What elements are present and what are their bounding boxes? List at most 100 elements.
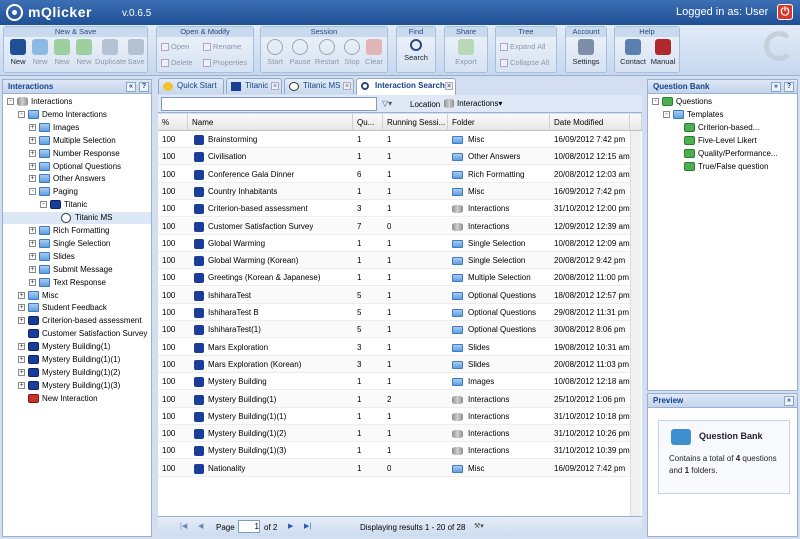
stop-session-button[interactable]: Stop (341, 39, 363, 66)
col-header-questions[interactable]: Qu... (353, 114, 383, 131)
settings-button[interactable]: Settings (568, 39, 604, 66)
collapse-panel-icon[interactable]: « (126, 82, 136, 92)
table-row[interactable]: 100 Criterion-based assessment 3 1 Interacti… (158, 200, 630, 218)
table-row[interactable]: 100 IshiharaTest 5 1 Optional Questions 18/08… (158, 286, 630, 304)
collapse-icon[interactable]: - (40, 201, 47, 209)
clear-session-button[interactable]: Clear (363, 39, 385, 66)
tab-titanic[interactable]: Titanic × (226, 78, 282, 94)
col-header-running-sessions[interactable]: Running Sessi... (383, 114, 448, 131)
help-icon[interactable]: ? (139, 82, 149, 92)
tree-node[interactable]: + Multiple Selection (3, 135, 151, 147)
expand-icon[interactable]: + (29, 149, 36, 157)
export-button[interactable]: Export (449, 39, 483, 66)
pause-session-button[interactable]: Pause (287, 39, 313, 66)
contact-button[interactable]: Contact (617, 39, 649, 66)
tree-node[interactable]: + Images (3, 122, 151, 134)
close-icon[interactable]: × (445, 82, 453, 90)
tree-node[interactable]: + Criterion-based assessment (3, 315, 151, 327)
tree-node[interactable]: + Slides (3, 251, 151, 263)
save-button[interactable]: Save (125, 39, 147, 66)
expand-icon[interactable]: + (29, 162, 36, 170)
expand-icon[interactable]: + (18, 291, 25, 299)
table-row[interactable]: 100 Global Warming (Korean) 1 1 Single Selec… (158, 252, 630, 270)
table-row[interactable]: 100 Conference Gala Dinner 6 1 Rich Formatti… (158, 166, 630, 183)
tree-node[interactable]: Customer Satisfaction Survey (3, 328, 151, 340)
collapse-panel-icon[interactable]: » (784, 396, 794, 406)
collapse-icon[interactable]: - (7, 98, 14, 105)
refresh-icon[interactable] (764, 31, 794, 61)
expand-all-button[interactable]: Expand All (500, 42, 545, 52)
table-row[interactable]: 100 Global Warming 1 1 Single Selection 10/08… (158, 235, 630, 252)
table-row[interactable]: 100 Civilisation 1 1 Other Answers 10/08/2012… (158, 148, 630, 166)
question-tree-node[interactable]: Quality/Performance... (648, 148, 796, 160)
new-template-button[interactable]: New (73, 39, 95, 66)
expand-icon[interactable]: + (18, 343, 25, 351)
delete-button[interactable]: Delete (161, 58, 193, 68)
question-tree-node[interactable]: - Questions (648, 96, 796, 108)
tree-node[interactable]: + Submit Message (3, 264, 151, 276)
tree-node[interactable]: New Interaction (3, 393, 151, 405)
collapse-icon[interactable]: - (652, 98, 659, 105)
grid-scrollbar[interactable] (630, 131, 641, 516)
tab-quick-start[interactable]: Quick Start (158, 78, 224, 94)
tree-node[interactable]: - Paging (3, 186, 151, 198)
tree-node[interactable]: + Mystery Building(1)(1) (3, 354, 151, 366)
page-number-input[interactable] (238, 520, 260, 533)
table-row[interactable]: 100 IshiharaTest B 5 1 Optional Questions 29/… (158, 304, 630, 321)
new-question-button[interactable]: New (51, 39, 73, 66)
expand-icon[interactable]: + (29, 252, 36, 260)
expand-icon[interactable]: + (29, 278, 36, 286)
tree-node[interactable]: + Optional Questions (3, 161, 151, 173)
collapse-icon[interactable]: - (29, 188, 36, 196)
question-tree-node[interactable]: True/False question (648, 161, 796, 173)
tree-node[interactable]: + Mystery Building(1)(3) (3, 380, 151, 392)
tab-interaction-search[interactable]: Interaction Search × (356, 78, 456, 95)
collapse-panel-icon[interactable]: » (771, 82, 781, 92)
collapse-icon[interactable]: - (663, 111, 670, 118)
tools-dropdown-icon[interactable]: ⚒▾ (474, 523, 488, 531)
search-button[interactable]: Search (399, 39, 433, 62)
help-icon[interactable]: ? (784, 82, 794, 92)
table-row[interactable]: 100 Mars Exploration (Korean) 3 1 Slides 20/0… (158, 355, 630, 373)
rename-button[interactable]: Rename (203, 42, 241, 52)
collapse-all-button[interactable]: Collapse All (500, 58, 549, 68)
search-input[interactable] (161, 97, 377, 111)
expand-icon[interactable]: + (18, 317, 25, 325)
open-button[interactable]: Open (161, 42, 189, 52)
table-row[interactable]: 100 Mystery Building(1)(1) 1 1 Interactions 3… (158, 408, 630, 425)
tree-node[interactable]: + Number Response (3, 148, 151, 160)
table-row[interactable]: 100 Greetings (Korean & Japanese) 1 1 Multip… (158, 269, 630, 287)
expand-icon[interactable]: + (18, 381, 25, 389)
tree-node[interactable]: - Interactions (3, 96, 151, 108)
manual-button[interactable]: Manual (649, 39, 677, 66)
table-row[interactable]: 100 Country Inhabitants 1 1 Misc 16/09/2012 7… (158, 182, 630, 200)
last-page-icon[interactable]: ▶| (304, 523, 312, 531)
first-page-icon[interactable]: |◀ (180, 523, 188, 531)
properties-button[interactable]: Properties (203, 58, 247, 68)
tree-node[interactable]: + Mystery Building(1)(2) (3, 367, 151, 379)
question-tree-node[interactable]: - Templates (648, 109, 796, 121)
table-row[interactable]: 100 Mystery Building(1)(3) 1 1 Interactions 3… (158, 442, 630, 460)
tree-node[interactable]: + Mystery Building(1) (3, 341, 151, 353)
col-header-percent[interactable]: % (158, 114, 188, 131)
expand-icon[interactable]: + (29, 239, 36, 247)
restart-session-button[interactable]: Restart (313, 39, 341, 66)
col-header-name[interactable]: Name (188, 114, 353, 131)
table-row[interactable]: 100 Customer Satisfaction Survey 7 0 Interac… (158, 217, 630, 235)
collapse-icon[interactable]: - (18, 110, 25, 118)
table-row[interactable]: 100 Mystery Building(1)(2) 1 1 Interactions 3… (158, 425, 630, 443)
expand-icon[interactable]: + (29, 123, 36, 131)
expand-icon[interactable]: + (29, 175, 36, 183)
tree-node[interactable]: + Text Response (3, 277, 151, 289)
close-icon[interactable]: × (271, 82, 279, 90)
tree-node[interactable]: + Misc (3, 290, 151, 302)
logout-power-icon[interactable]: ⏻ (777, 4, 793, 20)
expand-icon[interactable]: + (18, 356, 25, 363)
tree-node[interactable]: + Rich Formatting (3, 225, 151, 237)
expand-icon[interactable]: + (29, 265, 36, 273)
tab-titanic-ms[interactable]: Titanic MS × (284, 78, 354, 94)
table-row[interactable]: 100 Brainstorming 1 1 Misc 16/09/2012 7:42 pm (158, 131, 630, 148)
table-row[interactable]: 100 Nationality 1 0 Misc 16/09/2012 7:42 pm (158, 459, 630, 477)
expand-icon[interactable]: + (29, 136, 36, 144)
question-tree-node[interactable]: Five-Level Likert (648, 135, 796, 147)
